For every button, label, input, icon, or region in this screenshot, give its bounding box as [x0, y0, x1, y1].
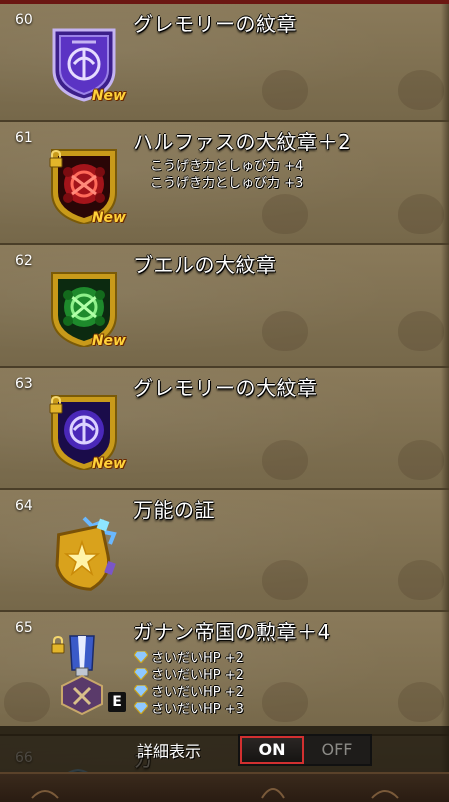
- new-badge: New: [91, 88, 126, 104]
- equipped-badge: E: [108, 692, 126, 712]
- detail-toggle[interactable]: ON OFF: [238, 734, 372, 766]
- gem-icon: [134, 684, 148, 697]
- list-item[interactable]: 65 ガナン帝国の勲章＋4 さいだいHP +2 さいだいHP +2 さいだいHP…: [0, 612, 449, 736]
- lock-icon: [49, 150, 63, 168]
- item-name: 万能の証: [133, 498, 215, 522]
- effect-line: さいだいHP +2: [134, 665, 244, 683]
- toggle-on-button[interactable]: ON: [240, 736, 304, 764]
- detail-toggle-panel: 詳細表示 ON OFF: [0, 726, 449, 772]
- gem-icon: [134, 650, 148, 663]
- new-badge: New: [91, 333, 126, 349]
- purple-emblem-icon: New: [44, 20, 126, 104]
- item-name: グレモリーの紋章: [133, 12, 297, 36]
- gem-icon: [134, 701, 148, 714]
- menu-icon[interactable]: [370, 784, 400, 800]
- list-item[interactable]: 64 万能の証: [0, 490, 449, 612]
- gem-icon: [134, 667, 148, 680]
- new-badge: New: [91, 210, 126, 226]
- item-number: 62: [15, 253, 33, 269]
- list-item[interactable]: 61 ハルファスの大紋章＋2 こうげき力としゅび力 +4 こうげき力としゅび力 …: [0, 122, 449, 245]
- star-shield-icon: [44, 512, 124, 594]
- green-large-emblem-icon: New: [44, 265, 126, 349]
- list-item[interactable]: 63 グレモリーの大紋章 New: [0, 368, 449, 490]
- effect-line: さいだいHP +3: [134, 699, 244, 717]
- effect-line: さいだいHP +2: [134, 682, 244, 700]
- item-name: グレモリーの大紋章: [133, 376, 318, 400]
- list-item[interactable]: 60 グレモリーの紋章 New: [0, 4, 449, 122]
- item-number: 65: [15, 620, 33, 636]
- new-badge: New: [91, 456, 126, 472]
- bottom-menu-bar: [0, 772, 449, 802]
- item-name: ガナン帝国の勲章＋4: [133, 620, 331, 644]
- item-number: 61: [15, 130, 33, 146]
- item-number: 60: [15, 12, 33, 28]
- item-number: 64: [15, 498, 33, 514]
- item-name: ブエルの大紋章: [133, 253, 277, 277]
- toggle-off-button[interactable]: OFF: [304, 736, 370, 764]
- menu-icon[interactable]: [30, 784, 60, 800]
- item-name: ハルファスの大紋章＋2: [133, 130, 352, 154]
- menu-icon[interactable]: [258, 782, 288, 800]
- accessory-list: 60 グレモリーの紋章 New 61 ハルファスの大紋章＋2 こうげき力としゅび…: [0, 0, 449, 800]
- effect-line: こうげき力としゅび力 +4: [150, 159, 304, 174]
- item-number: 63: [15, 376, 33, 392]
- item-effects: こうげき力としゅび力 +4 こうげき力としゅび力 +3: [150, 158, 303, 192]
- item-effects: さいだいHP +2 さいだいHP +2 さいだいHP +2 さいだいHP +3: [134, 648, 244, 717]
- effect-line: こうげき力としゅび力 +3: [150, 176, 304, 191]
- effect-text: さいだいHP +3: [151, 702, 244, 717]
- detail-label: 詳細表示: [137, 742, 202, 761]
- lock-icon: [51, 636, 65, 654]
- lock-icon: [49, 396, 63, 414]
- effect-line: さいだいHP +2: [134, 648, 244, 666]
- list-item[interactable]: 62 ブエルの大紋章 New: [0, 245, 449, 368]
